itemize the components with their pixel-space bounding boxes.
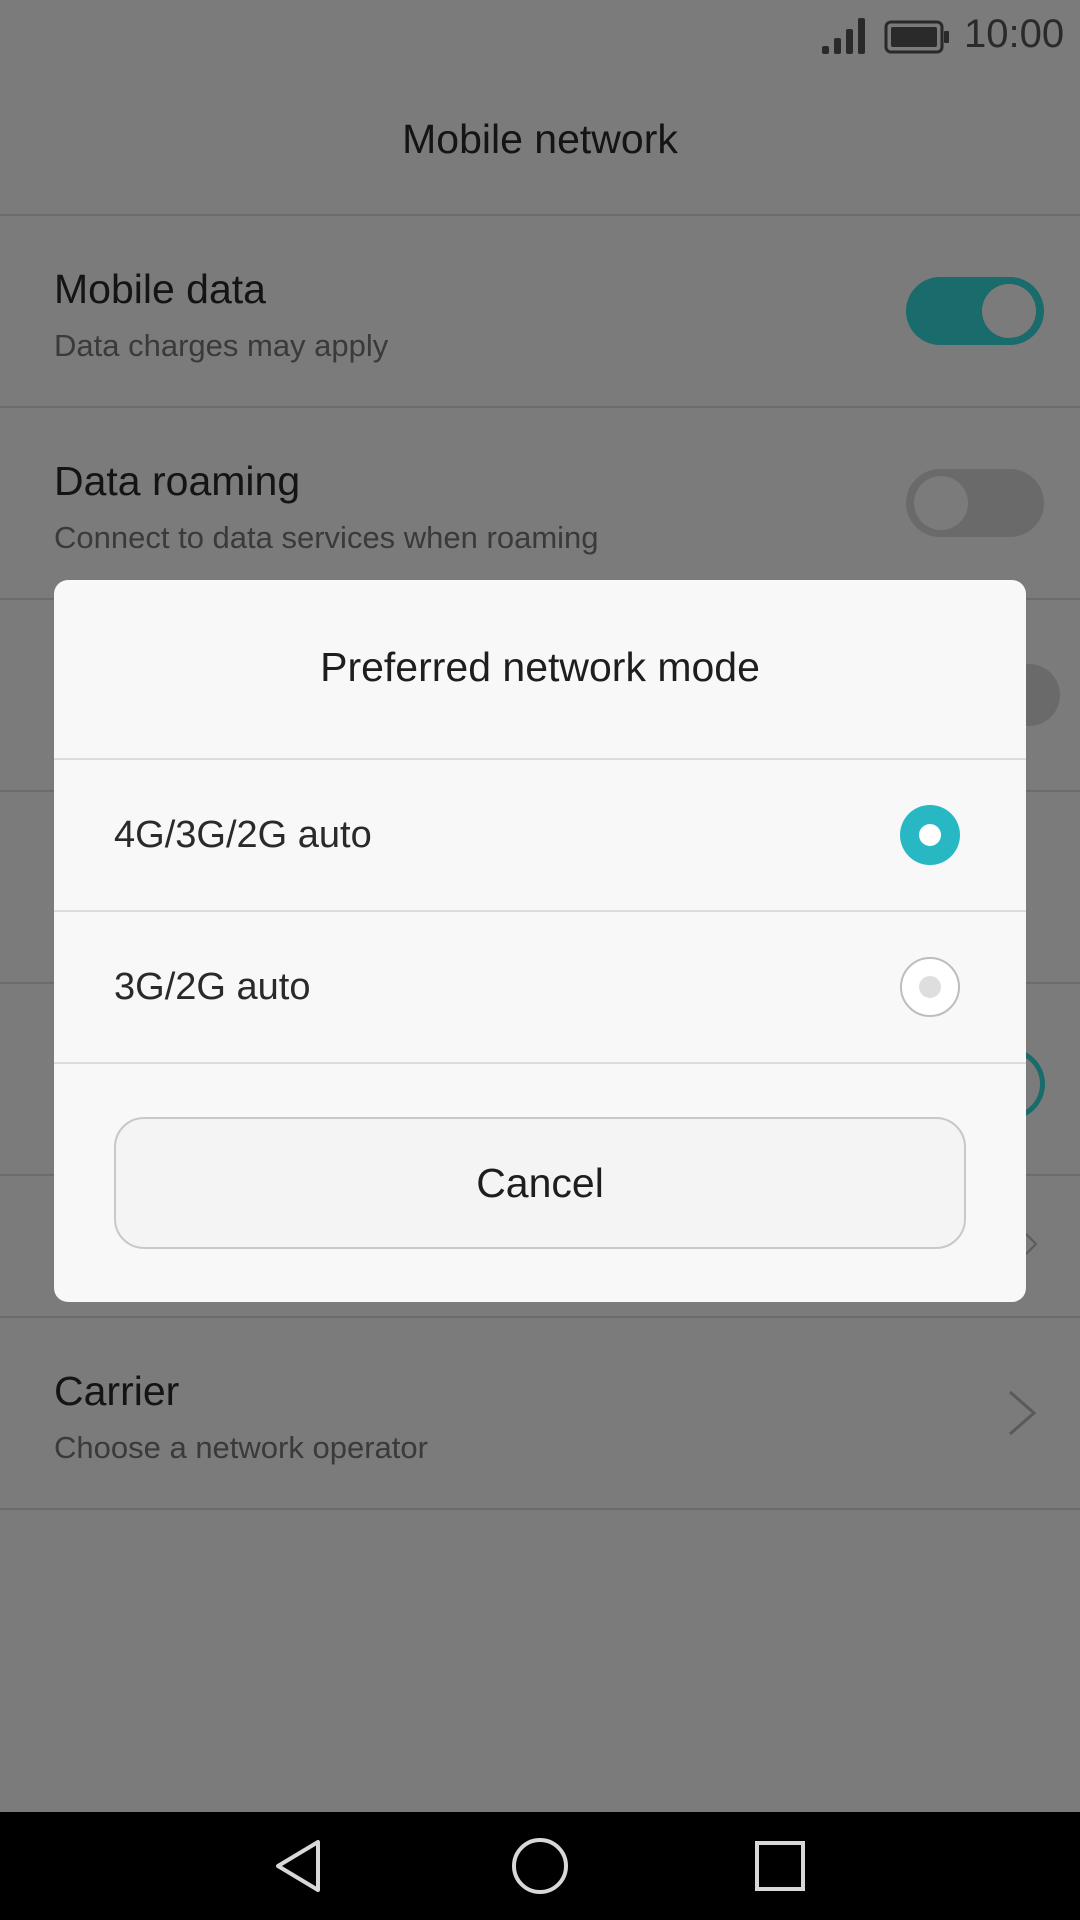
- toggle-knob: [982, 284, 1036, 338]
- option-label: 4G/3G/2G auto: [114, 814, 372, 856]
- carrier-subtitle: Choose a network operator: [54, 1430, 428, 1465]
- battery-icon: [884, 20, 949, 54]
- divider: [54, 1062, 1026, 1064]
- title-bar: Mobile network: [0, 72, 1080, 216]
- status-time: 10:00: [964, 12, 1065, 56]
- chevron-right-icon: [1009, 1390, 1037, 1436]
- home-icon[interactable]: [510, 1836, 570, 1896]
- cancel-button[interactable]: Cancel: [114, 1117, 966, 1249]
- carrier-row[interactable]: Carrier Choose a network operator: [0, 1318, 1080, 1510]
- toggle-knob: [914, 476, 968, 530]
- carrier-title: Carrier: [54, 1368, 180, 1414]
- mobile-data-row[interactable]: Mobile data Data charges may apply: [0, 216, 1080, 408]
- data-roaming-subtitle: Connect to data services when roaming: [54, 520, 599, 555]
- navigation-bar: [0, 1812, 1080, 1920]
- back-icon[interactable]: [270, 1836, 330, 1896]
- option-label: 3G/2G auto: [114, 966, 311, 1008]
- preferred-network-mode-dialog: Preferred network mode 4G/3G/2G auto 3G/…: [54, 580, 1026, 1302]
- signal-icon: [822, 18, 865, 54]
- data-roaming-row[interactable]: Data roaming Connect to data services wh…: [0, 408, 1080, 600]
- mobile-data-title: Mobile data: [54, 266, 266, 312]
- data-roaming-title: Data roaming: [54, 458, 301, 504]
- data-roaming-toggle[interactable]: [906, 469, 1044, 537]
- settings-screen: 10:00 Mobile network Mobile data Data ch…: [0, 0, 1080, 1812]
- radio-unselected[interactable]: [900, 957, 960, 1017]
- toggle-edge: [1020, 664, 1060, 726]
- mobile-data-subtitle: Data charges may apply: [54, 328, 389, 363]
- status-bar: 10:00: [0, 0, 1080, 72]
- option-4g-3g-2g-auto[interactable]: 4G/3G/2G auto: [54, 760, 1026, 910]
- option-3g-2g-auto[interactable]: 3G/2G auto: [54, 912, 1026, 1062]
- chevron-right-icon: [1025, 1233, 1038, 1255]
- radio-selected[interactable]: [900, 805, 960, 865]
- mobile-data-toggle[interactable]: [906, 277, 1044, 345]
- recents-icon[interactable]: [750, 1836, 810, 1896]
- dialog-title: Preferred network mode: [320, 644, 760, 690]
- page-title: Mobile network: [402, 116, 678, 162]
